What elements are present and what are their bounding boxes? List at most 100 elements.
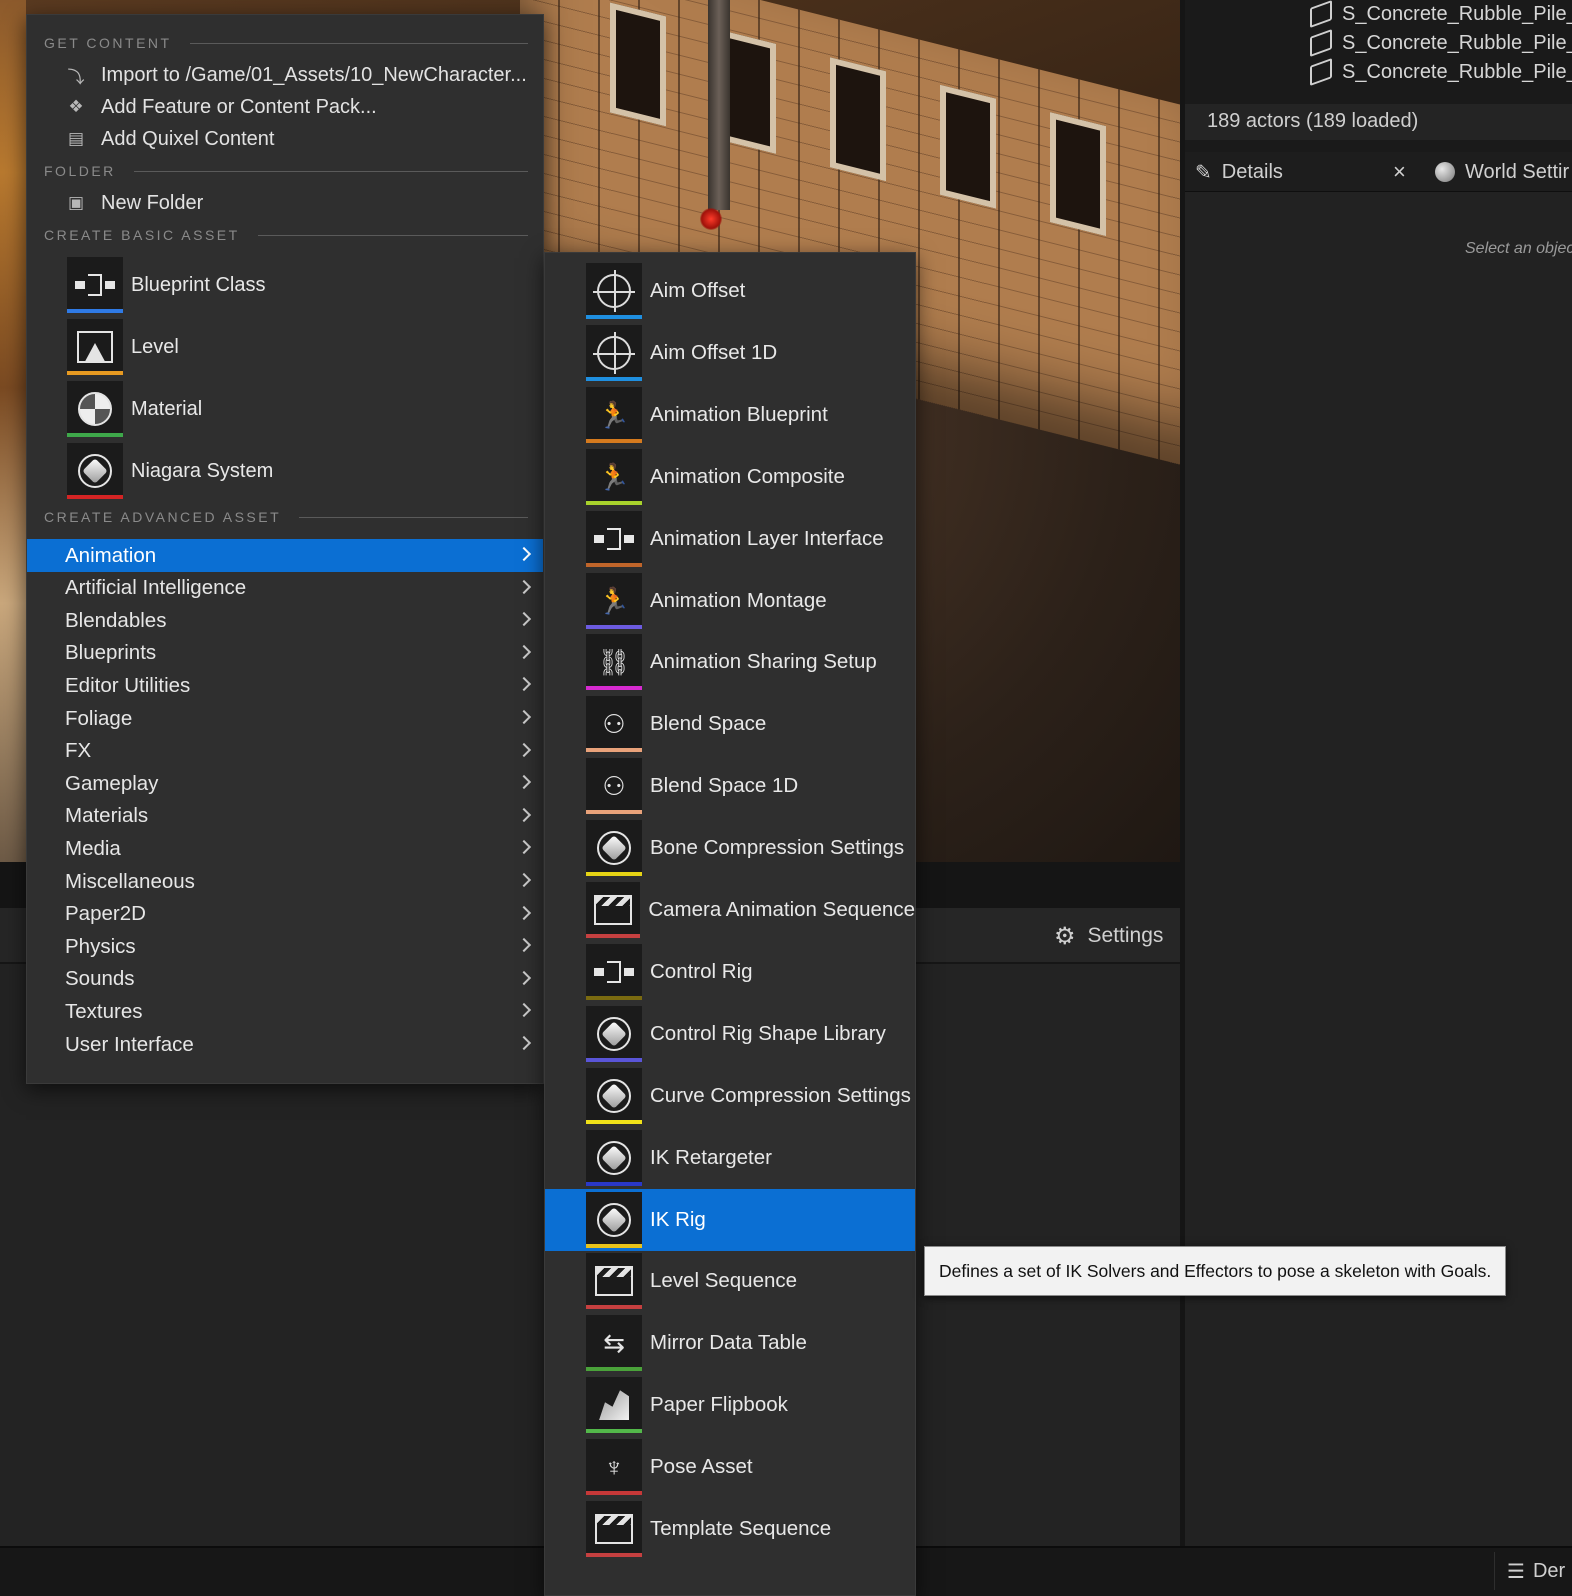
- settings-button[interactable]: ⚙ Settings: [1054, 914, 1163, 958]
- outliner-row-label: S_Concrete_Rubble_Pile_t: [1342, 2, 1572, 25]
- clapper-icon: [586, 1253, 642, 1310]
- outliner-row[interactable]: S_Concrete_Rubble_Pile_t: [1310, 0, 1572, 29]
- chevron-right-icon: [516, 742, 532, 757]
- details-tab-bar: ✎ Details × World Settir: [1185, 152, 1572, 192]
- tab-world-settings[interactable]: World Settir: [1435, 152, 1569, 192]
- submenu-item-label: Pose Asset: [650, 1455, 753, 1479]
- crosshair-icon: [586, 263, 642, 319]
- submenu-item-label: Curve Compression Settings: [650, 1083, 911, 1107]
- menu-item-label: Level: [131, 335, 179, 358]
- actors-count-bar: 189 actors (189 loaded): [1185, 104, 1572, 140]
- category-foliage[interactable]: Foliage: [27, 702, 543, 735]
- category-label: FX: [65, 739, 92, 763]
- niagara-system-menu-item[interactable]: Niagara System: [67, 443, 527, 499]
- submenu-item-paper-flipbook[interactable]: Paper Flipbook: [545, 1374, 915, 1436]
- submenu-item-camera-animation-sequence[interactable]: Camera Animation Sequence: [545, 879, 915, 941]
- category-label: Materials: [65, 804, 149, 828]
- category-animation[interactable]: Animation: [27, 539, 543, 572]
- tab-world-settings-label: World Settir: [1465, 160, 1570, 183]
- anim-montage-icon: 🏃: [586, 572, 642, 629]
- tab-details-label: Details: [1221, 160, 1283, 183]
- submenu-item-ik-retargeter[interactable]: IK Retargeter: [545, 1127, 915, 1189]
- pose-icon: ♆: [586, 1439, 642, 1496]
- category-materials[interactable]: Materials: [27, 800, 543, 833]
- sphere-icon: [586, 1191, 642, 1248]
- submenu-item-aim-offset[interactable]: Aim Offset: [545, 260, 915, 322]
- category-paper2d[interactable]: Paper2D: [27, 898, 543, 931]
- close-icon[interactable]: ×: [1393, 159, 1406, 185]
- sphere-icon: [586, 1067, 642, 1124]
- submenu-item-control-rig[interactable]: Control Rig: [545, 941, 915, 1003]
- category-miscellaneous[interactable]: Miscellaneous: [27, 865, 543, 898]
- actors-count-label: 189 actors (189 loaded): [1207, 110, 1419, 132]
- tab-details[interactable]: ✎ Details: [1195, 152, 1283, 192]
- category-editor-utilities[interactable]: Editor Utilities: [27, 669, 543, 702]
- submenu-item-label: Aim Offset 1D: [650, 340, 778, 364]
- submenu-item-animation-blueprint[interactable]: 🏃 Animation Blueprint: [545, 384, 915, 446]
- submenu-item-ik-rig[interactable]: IK Rig: [545, 1188, 915, 1251]
- submenu-item-template-sequence[interactable]: Template Sequence: [545, 1498, 915, 1560]
- submenu-item-label: IK Retargeter: [650, 1145, 772, 1169]
- material-menu-item[interactable]: Material: [67, 381, 527, 437]
- submenu-item-label: Animation Blueprint: [650, 402, 828, 426]
- blueprint-class-menu-item[interactable]: Blueprint Class: [67, 257, 527, 313]
- import-menu-item[interactable]: ⤵ Import to /Game/01_Assets/10_NewCharac…: [65, 59, 535, 91]
- chevron-right-icon: [516, 905, 532, 920]
- category-media[interactable]: Media: [27, 832, 543, 865]
- submenu-item-animation-layer-interface[interactable]: Animation Layer Interface: [545, 508, 915, 570]
- submenu-item-animation-montage[interactable]: 🏃 Animation Montage: [545, 570, 915, 632]
- category-label: Sounds: [65, 967, 135, 991]
- anim-sharing-icon: ⛓: [586, 634, 642, 691]
- import-icon: ⤵: [67, 67, 85, 87]
- node-graph-icon: [586, 510, 642, 567]
- menu-item-label: Niagara System: [131, 459, 274, 482]
- add-quixel-menu-item[interactable]: ▤ Add Quixel Content: [65, 123, 535, 155]
- chevron-right-icon: [516, 1035, 532, 1051]
- submenu-item-level-sequence[interactable]: Level Sequence: [545, 1250, 915, 1312]
- chevron-right-icon: [516, 775, 532, 790]
- category-fx[interactable]: FX: [27, 735, 543, 768]
- category-blendables[interactable]: Blendables: [27, 604, 543, 637]
- category-user-interface[interactable]: User Interface: [27, 1028, 543, 1061]
- node-graph-icon: [586, 943, 642, 1000]
- status-bar-right-button[interactable]: ☰ Der: [1494, 1552, 1565, 1590]
- section-header-create-basic: CREATE BASIC ASSET: [44, 225, 528, 245]
- chevron-right-icon: [516, 840, 532, 855]
- niagara-icon: [67, 443, 123, 499]
- submenu-item-blend-space-1d[interactable]: ⚇ Blend Space 1D: [545, 755, 915, 817]
- submenu-item-blend-space[interactable]: ⚇ Blend Space: [545, 693, 915, 755]
- tab-close-button[interactable]: ×: [1393, 152, 1406, 192]
- globe-icon: [1435, 162, 1455, 182]
- chevron-right-icon: [516, 612, 532, 627]
- section-title: CREATE ADVANCED ASSET: [44, 509, 282, 525]
- list-icon: ☰: [1507, 1560, 1525, 1583]
- submenu-item-curve-compression-settings[interactable]: Curve Compression Settings: [545, 1065, 915, 1127]
- submenu-item-label: Template Sequence: [650, 1517, 832, 1540]
- submenu-item-animation-sharing-setup[interactable]: ⛓ Animation Sharing Setup: [545, 631, 915, 693]
- submenu-item-label: Control Rig: [650, 959, 753, 983]
- submenu-item-mirror-data-table[interactable]: ⇆ Mirror Data Table: [545, 1312, 915, 1374]
- submenu-item-animation-composite[interactable]: 🏃 Animation Composite: [545, 446, 915, 508]
- new-folder-menu-item[interactable]: ▣ New Folder: [65, 187, 535, 219]
- category-gameplay[interactable]: Gameplay: [27, 767, 543, 800]
- section-header-folder: FOLDER: [44, 161, 528, 181]
- chevron-right-icon: [516, 579, 532, 594]
- submenu-item-bone-compression-settings[interactable]: Bone Compression Settings: [545, 817, 915, 879]
- submenu-item-pose-asset[interactable]: ♆ Pose Asset: [545, 1436, 915, 1498]
- category-label: User Interface: [65, 1032, 194, 1056]
- submenu-item-control-rig-shape-library[interactable]: Control Rig Shape Library: [545, 1003, 915, 1065]
- category-artificial-intelligence[interactable]: Artificial Intelligence: [27, 572, 543, 605]
- submenu-item-label: Blend Space: [650, 712, 767, 736]
- blueprint-icon: [67, 257, 123, 313]
- category-sounds[interactable]: Sounds: [27, 963, 543, 996]
- outliner-row[interactable]: S_Concrete_Rubble_Pile_t: [1310, 28, 1572, 58]
- category-blueprints[interactable]: Blueprints: [27, 637, 543, 670]
- outliner-row[interactable]: S_Concrete_Rubble_Pile_t: [1310, 57, 1572, 87]
- submenu-item-aim-offset-1d[interactable]: Aim Offset 1D: [545, 322, 915, 384]
- chevron-right-icon: [516, 1003, 532, 1018]
- add-feature-pack-menu-item[interactable]: ❖ Add Feature or Content Pack...: [65, 91, 535, 123]
- category-textures[interactable]: Textures: [27, 995, 543, 1028]
- level-menu-item[interactable]: Level: [67, 319, 527, 375]
- submenu-item-label: IK Rig: [650, 1207, 706, 1231]
- category-physics[interactable]: Physics: [27, 930, 543, 963]
